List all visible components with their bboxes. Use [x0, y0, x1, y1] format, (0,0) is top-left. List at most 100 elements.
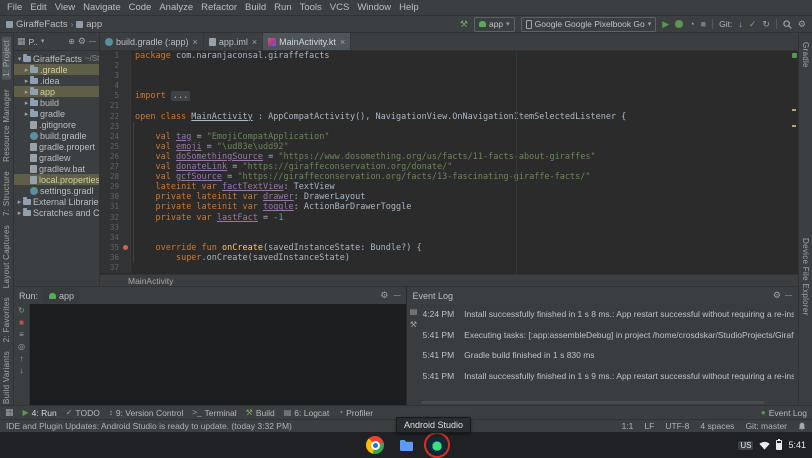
files-app-icon[interactable]	[397, 436, 415, 454]
tool-window-button-gradle[interactable]: Gradle	[801, 42, 810, 68]
menu-item-view[interactable]: View	[51, 1, 79, 14]
tree-item-gradle[interactable]: ▸gradle	[14, 108, 99, 119]
stop-icon[interactable]: ■	[19, 318, 24, 328]
menu-item-analyze[interactable]: Analyze	[155, 1, 197, 14]
line-separator[interactable]: LF	[644, 421, 654, 431]
system-tray[interactable]: US 5:41	[738, 432, 806, 458]
menu-item-navigate[interactable]: Navigate	[79, 1, 125, 14]
close-icon[interactable]: ×	[252, 37, 257, 47]
tree-item-giraffefacts[interactable]: ▾GiraffeFacts~/St	[14, 53, 99, 64]
settings-icon[interactable]: ≡	[19, 330, 24, 340]
keyboard-layout-badge[interactable]: US	[738, 441, 753, 450]
arrow-down-icon[interactable]: ↓	[738, 20, 743, 29]
menu-item-help[interactable]: Help	[395, 1, 423, 14]
tree-item-settings-gradl[interactable]: settings.gradl	[14, 185, 99, 196]
menu-item-window[interactable]: Window	[353, 1, 395, 14]
editor-tab-app-iml[interactable]: app.iml×	[204, 33, 263, 50]
tree-item-gradlew[interactable]: gradlew	[14, 152, 99, 163]
run-tab-app[interactable]: app	[43, 288, 80, 303]
expand-all-icon[interactable]	[68, 38, 75, 46]
notifications-bell-icon[interactable]	[798, 422, 806, 431]
tree-item-local-properties[interactable]: local.properties	[14, 174, 99, 185]
tool-window-button-7-structure[interactable]: 7: Structure	[2, 171, 11, 216]
file-encoding[interactable]: UTF-8	[665, 421, 689, 431]
list-icon[interactable]: ▤	[410, 308, 418, 316]
menu-item-tools[interactable]: Tools	[296, 1, 326, 14]
status-message[interactable]: IDE and Plugin Updates: Android Studio i…	[6, 421, 611, 431]
play-icon[interactable]: ▶	[662, 20, 669, 29]
gear-icon[interactable]: ⚙	[798, 20, 806, 29]
bug-icon[interactable]	[675, 20, 683, 28]
stop-icon[interactable]: ■	[701, 20, 706, 29]
project-views-icon[interactable]	[17, 37, 26, 46]
tool-window-button-1-project[interactable]: 1: Project	[2, 37, 11, 80]
menu-item-run[interactable]: Run	[270, 1, 295, 14]
menu-item-file[interactable]: File	[3, 1, 26, 14]
menu-item-vcs[interactable]: VCS	[326, 1, 354, 14]
device-select[interactable]: Google Google Pixelbook Go	[521, 17, 657, 32]
editor[interactable]: 1package com.naranjaconsal.giraffefacts2…	[100, 51, 798, 274]
project-view-title[interactable]: P..	[29, 37, 38, 47]
tree-item-gradle[interactable]: ▸.gradle	[14, 64, 99, 75]
toolwindow-button-profiler[interactable]: ◔Profiler	[338, 408, 373, 418]
menu-item-edit[interactable]: Edit	[26, 1, 50, 14]
toolwindow-button-4-run[interactable]: ▶4: Run	[23, 408, 57, 418]
check-icon[interactable]: ✓	[749, 20, 757, 29]
menu-item-refactor[interactable]: Refactor	[197, 1, 241, 14]
close-icon[interactable]: ×	[340, 37, 345, 47]
breadcrumb-item-app[interactable]: app	[86, 19, 102, 30]
breadcrumb-item-giraffefacts[interactable]: GiraffeFacts	[16, 19, 68, 30]
toolwindow-button-6-logcat[interactable]: ▤6: Logcat	[284, 408, 330, 418]
tree-item-external-libraries[interactable]: ▸External Libraries	[14, 196, 99, 207]
close-icon[interactable]: ×	[193, 37, 198, 47]
editor-tab-mainactivity-kt[interactable]: MainActivity.kt×	[263, 33, 351, 50]
chrome-icon[interactable]	[366, 436, 384, 454]
toolwindow-button-build[interactable]: ⚒Build	[246, 408, 275, 418]
menu-item-build[interactable]: Build	[241, 1, 270, 14]
editor-scrollbar[interactable]	[790, 51, 798, 274]
hammer-icon[interactable]: ⚒	[460, 20, 468, 29]
editor-breadcrumb[interactable]: MainActivity	[100, 274, 798, 286]
tree-item-app[interactable]: ▸app	[14, 86, 99, 97]
hide-panel-icon[interactable]	[785, 292, 792, 299]
caret-position[interactable]: 1:1	[622, 421, 634, 431]
rerun-icon[interactable]: ↻	[18, 306, 25, 316]
tool-window-button-2-favorites[interactable]: 2: Favorites	[2, 297, 11, 342]
gear-icon[interactable]	[773, 291, 781, 300]
tree-item-build-gradle[interactable]: build.gradle	[14, 130, 99, 141]
tree-item-build[interactable]: ▸build	[14, 97, 99, 108]
gear-icon[interactable]	[78, 37, 86, 46]
tool-window-button-resource-manager[interactable]: Resource Manager	[2, 89, 11, 162]
down-icon[interactable]: ↓	[20, 366, 24, 376]
android-studio-icon[interactable]	[428, 436, 446, 454]
grid-icon[interactable]: ▦	[5, 408, 14, 417]
toolwindow-button-todo[interactable]: ✓TODO	[66, 408, 100, 418]
toolwindow-button-terminal[interactable]: >_Terminal	[192, 408, 236, 418]
hide-panel-icon[interactable]	[394, 292, 401, 299]
pin-icon[interactable]: ◎	[18, 342, 25, 352]
tree-item-gradle-propert[interactable]: gradle.propert	[14, 141, 99, 152]
tree-item-scratches-and-c[interactable]: ▸Scratches and C	[14, 207, 99, 218]
up-icon[interactable]: ↑	[20, 354, 24, 364]
horizontal-scrollbar[interactable]	[421, 401, 765, 404]
tree-item-gitignore[interactable]: .gitignore	[14, 119, 99, 130]
chevron-down-icon[interactable]	[41, 38, 45, 45]
menu-item-code[interactable]: Code	[125, 1, 156, 14]
tool-window-button-layout-captures[interactable]: Layout Captures	[2, 225, 11, 288]
tree-item-gradlew-bat[interactable]: gradlew.bat	[14, 163, 99, 174]
indent-setting[interactable]: 4 spaces	[700, 421, 734, 431]
run-config-select[interactable]: app	[474, 17, 515, 32]
toolwindow-button-9-version-control[interactable]: ↕9: Version Control	[109, 408, 184, 418]
gauge-icon[interactable]: ◔	[689, 20, 694, 29]
tool-window-button-device-file-explorer[interactable]: Device File Explorer	[801, 238, 810, 316]
search-icon[interactable]	[783, 20, 792, 29]
run-console[interactable]	[30, 304, 406, 405]
tool-window-button-build-variants[interactable]: Build Variants	[2, 351, 11, 404]
toolwindow-button-event-log[interactable]: ●Event Log	[761, 408, 807, 418]
android-studio-app[interactable]	[428, 436, 446, 454]
hide-panel-icon[interactable]	[89, 38, 96, 45]
tree-item-idea[interactable]: ▸.idea	[14, 75, 99, 86]
editor-tab-build-gradle-app[interactable]: build.gradle (:app)×	[100, 33, 204, 50]
refresh-icon[interactable]: ↻	[762, 20, 770, 29]
wrench-icon[interactable]: ⚒	[410, 321, 417, 329]
